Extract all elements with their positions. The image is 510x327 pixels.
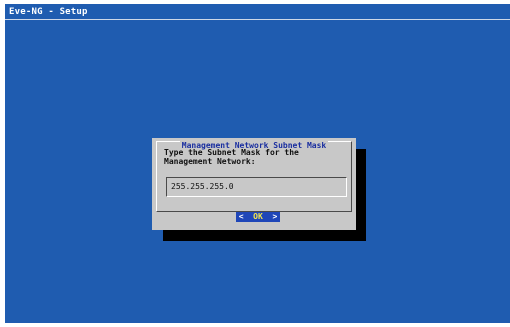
subnet-mask-value: 255.255.255.0 (171, 182, 234, 191)
subnet-mask-dialog: Management Network Subnet Mask Type the … (152, 138, 356, 230)
dialog-prompt: Type the Subnet Mask for the Management … (164, 148, 299, 166)
ok-right-bracket: > (272, 212, 278, 221)
ok-left-bracket: < (238, 212, 244, 221)
ok-label: OK (253, 212, 263, 221)
setup-backtitle: Eve-NG - Setup (9, 7, 88, 17)
ok-button[interactable]: < OK > (236, 212, 280, 222)
subnet-mask-input[interactable]: 255.255.255.0 (166, 177, 347, 197)
terminal-screen: Eve-NG - Setup Management Network Subnet… (5, 4, 510, 323)
backtitle-divider (5, 19, 510, 20)
